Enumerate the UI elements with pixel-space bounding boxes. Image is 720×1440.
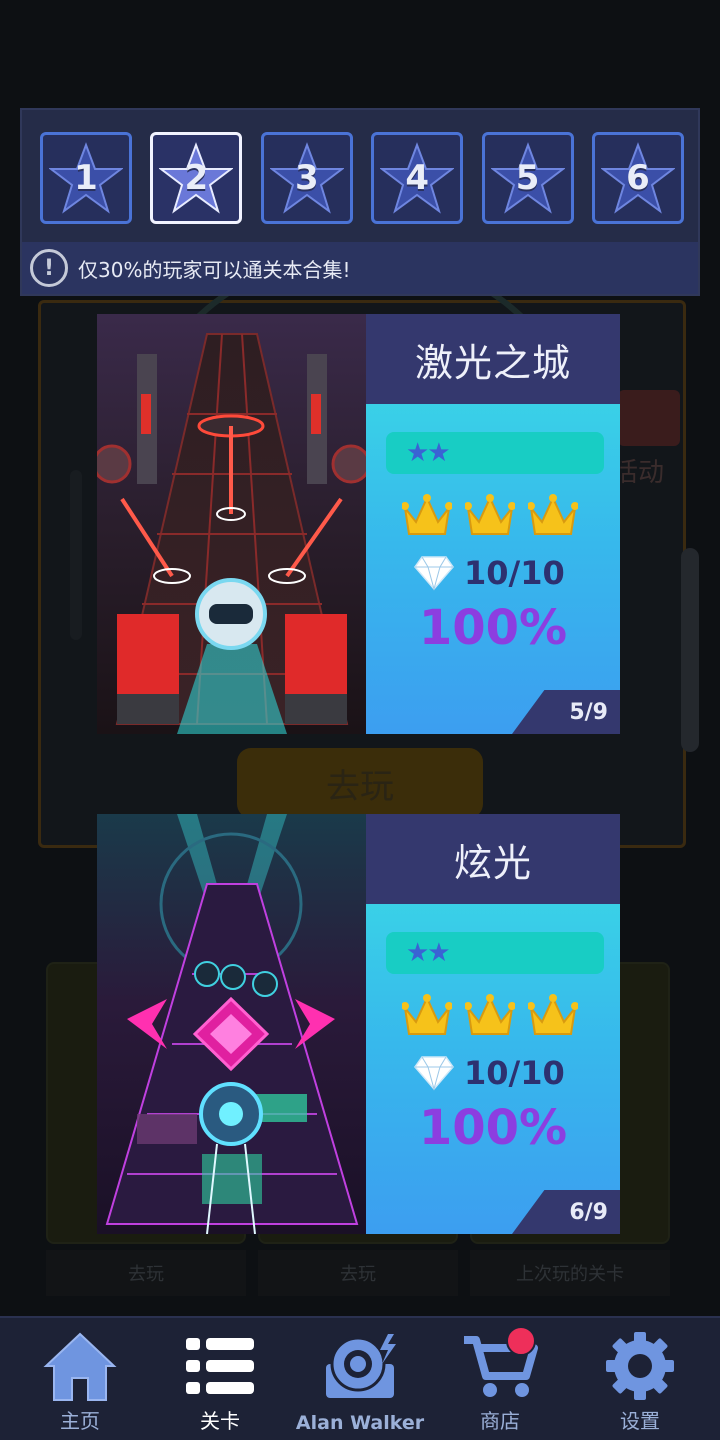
collection-tab-4[interactable]: 4 [371, 132, 464, 224]
level-card-dazzle[interactable]: 炫光 ★★ 10/10 100% 6/9 [97, 814, 620, 1234]
crown-rating [402, 994, 578, 1038]
nav-home[interactable]: 主页 [10, 1318, 150, 1440]
list-icon [186, 1338, 254, 1394]
level-title: 炫光 [366, 814, 620, 904]
notification-badge [506, 1326, 536, 1356]
diamond-icon [414, 1056, 454, 1091]
level-info-panel: 炫光 ★★ 10/10 100% 6/9 [366, 814, 620, 1234]
nav-levels-label: 关卡 [200, 1409, 240, 1433]
exclamation-icon: ! [30, 249, 68, 287]
nav-settings[interactable]: 设置 [570, 1318, 710, 1440]
nav-alan-walker[interactable]: Alan Walker [290, 1318, 430, 1440]
background-card-label: 去玩 [46, 1250, 246, 1296]
collection-tab-number: 4 [405, 158, 429, 198]
collection-tab-3[interactable]: 3 [260, 132, 353, 224]
collection-tab-2[interactable]: 2 [150, 132, 243, 224]
nav-shop-label: 商店 [480, 1409, 520, 1433]
crown-icon [402, 494, 452, 535]
background-play-button: 去玩 [237, 748, 483, 818]
level-thumbnail[interactable] [97, 814, 366, 1234]
collection-tab-1[interactable]: 1 [40, 132, 132, 224]
bottom-navigation: 主页 关卡 Alan Walker 商店 设置 [0, 1316, 720, 1440]
crown-icon [528, 494, 578, 535]
collection-tab-5[interactable]: 5 [481, 132, 574, 224]
level-info-panel: 激光之城 ★★ 10/10 100% 5/9 [366, 314, 620, 734]
difficulty-stars: ★★ [386, 432, 604, 474]
level-index: 6/9 [512, 1190, 620, 1234]
gem-count: 10/10 [464, 1054, 565, 1092]
nav-home-label: 主页 [60, 1409, 100, 1433]
background-card-label: 上次玩的关卡 [470, 1250, 670, 1296]
difficulty-stars: ★★ [386, 932, 604, 974]
nav-levels[interactable]: 关卡 [150, 1318, 290, 1440]
level-index: 5/9 [512, 690, 620, 734]
crown-rating [402, 494, 578, 538]
crown-icon [465, 994, 515, 1035]
completion-percent: 100% [418, 600, 568, 656]
crown-icon [465, 494, 515, 535]
background-card-label: 去玩 [258, 1250, 458, 1296]
gift-icon [618, 390, 680, 446]
crown-icon [528, 994, 578, 1035]
gem-counter: 10/10 [414, 1054, 565, 1092]
collection-tab-number: 6 [626, 158, 650, 198]
gear-icon [606, 1332, 674, 1400]
collection-tab-number: 5 [515, 158, 540, 198]
completion-notice: ! 仅30%的玩家可以通关本合集! [22, 242, 698, 294]
gem-counter: 10/10 [414, 554, 565, 592]
collection-tab-number: 3 [294, 158, 319, 198]
diamond-icon [414, 556, 454, 591]
collection-selector: 1 2 3 4 5 6 ! 仅30%的玩家可以通关本合集! [20, 108, 700, 296]
scrollbar[interactable] [681, 548, 699, 752]
background-scroll-indicator [70, 470, 82, 640]
collection-tabs: 1 2 3 4 5 6 [40, 132, 684, 224]
laser-city-artwork [97, 314, 366, 734]
home-icon [43, 1332, 117, 1401]
nav-shop[interactable]: 商店 [430, 1318, 570, 1440]
crown-icon [402, 994, 452, 1035]
nav-alan-walker-label: Alan Walker [295, 1412, 425, 1434]
collection-tab-6[interactable]: 6 [591, 132, 684, 224]
level-thumbnail[interactable] [97, 314, 366, 734]
dazzle-artwork [97, 814, 366, 1234]
level-title: 激光之城 [366, 314, 620, 404]
collection-tab-number: 1 [74, 158, 98, 198]
turntable-icon [326, 1334, 396, 1398]
gem-count: 10/10 [464, 554, 565, 592]
notice-text: 仅30%的玩家可以通关本合集! [78, 257, 351, 282]
level-card-laser-city[interactable]: 激光之城 ★★ 10/10 100% 5/9 [97, 314, 620, 734]
nav-settings-label: 设置 [620, 1409, 660, 1433]
collection-tab-number: 2 [184, 158, 209, 198]
completion-percent: 100% [418, 1100, 568, 1156]
